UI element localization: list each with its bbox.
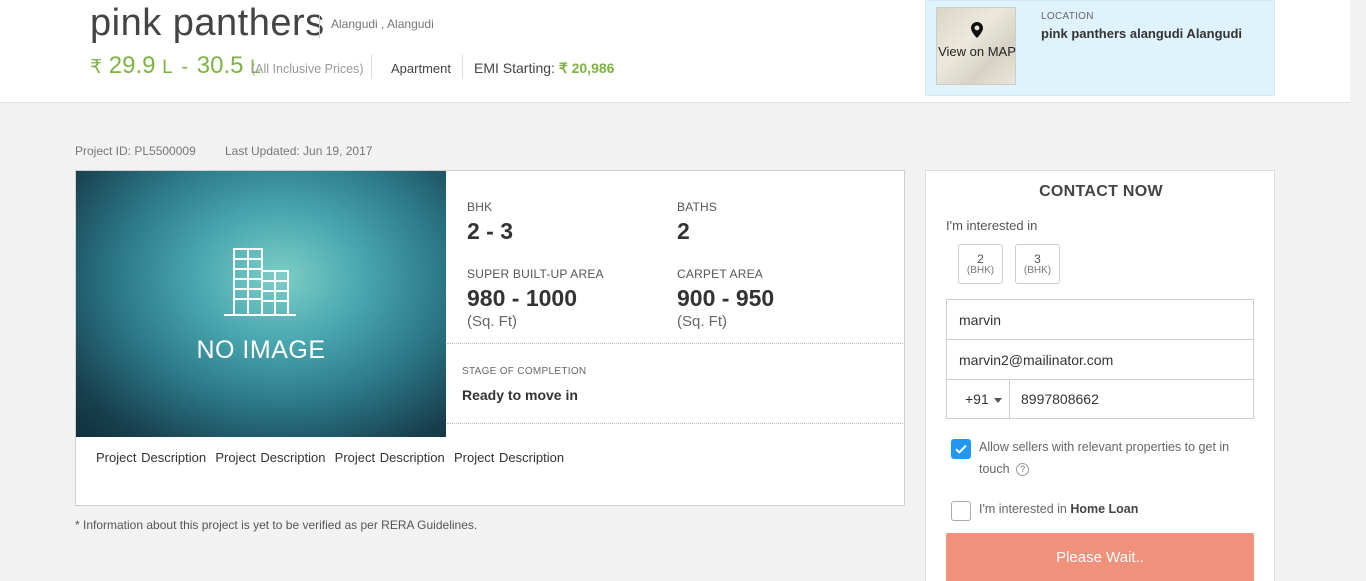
- price-separator: -: [181, 56, 189, 78]
- project-locality: Alangudi , Alangudi: [331, 17, 434, 31]
- bhk-label: BHK: [467, 200, 493, 214]
- home-loan-bold: Home Loan: [1070, 502, 1139, 516]
- project-description: Project Description Project Description …: [96, 450, 565, 465]
- price-note: (All Inclusive Prices): [251, 62, 364, 76]
- name-field[interactable]: [946, 299, 1254, 340]
- carpet-area-unit: (Sq. Ft): [677, 313, 728, 330]
- baths-label: BATHS: [677, 200, 718, 214]
- stage-value: Ready to move in: [462, 387, 578, 403]
- country-code-value: +91: [965, 391, 989, 407]
- help-icon[interactable]: ?: [1016, 463, 1030, 477]
- price-max: 30.5: [196, 52, 244, 79]
- super-area-value: 980 - 1000: [467, 285, 577, 311]
- last-updated: Last Updated: Jun 19, 2017: [225, 144, 373, 158]
- divider: [371, 55, 372, 79]
- project-image-placeholder: NO IMAGE: [76, 171, 446, 437]
- location-box: View on MAP LOCATION pink panthers alang…: [925, 0, 1275, 96]
- super-area-label: SUPER BUILT-UP AREA: [467, 267, 604, 281]
- bhk-option-unit: (BHK): [966, 265, 995, 276]
- divider: [319, 14, 320, 38]
- price-min: 29.9: [108, 52, 156, 79]
- location-text: pink panthers alangudi Alangudi: [1041, 26, 1243, 41]
- building-icon: [224, 248, 296, 316]
- view-on-map-label: View on MAP: [938, 44, 1016, 59]
- interest-label: I'm interested in: [946, 218, 1038, 233]
- baths-value: 2: [677, 218, 690, 244]
- bhk-value: 2 - 3: [467, 218, 514, 244]
- price-unit: L: [162, 57, 173, 78]
- divider: [447, 423, 905, 424]
- bhk-option-2[interactable]: 2 (BHK): [958, 244, 1003, 284]
- bhk-option-unit: (BHK): [1023, 265, 1052, 276]
- chevron-down-icon: [993, 397, 1002, 403]
- country-code-select[interactable]: +91: [947, 380, 1010, 418]
- price-range: ₹ 29.9 L - 30.5 L: [90, 52, 261, 80]
- property-type: Apartment: [391, 61, 451, 76]
- stage-label: STAGE OF COMPLETION: [462, 366, 587, 377]
- bhk-option-3[interactable]: 3 (BHK): [1015, 244, 1060, 284]
- bhk-option-number: 2: [977, 252, 984, 266]
- divider: [462, 55, 463, 79]
- location-caption: LOCATION: [1041, 11, 1094, 22]
- bhk-option-number: 3: [1034, 252, 1041, 266]
- phone-field-group: +91: [946, 379, 1254, 419]
- phone-field[interactable]: [1011, 380, 1253, 418]
- project-id: Project ID: PL5500009: [75, 144, 196, 158]
- checkmark-icon: [955, 444, 967, 454]
- divider: [447, 343, 905, 344]
- rupee-symbol: ₹: [90, 57, 103, 78]
- emi-label: EMI Starting:: [474, 60, 555, 76]
- home-loan-label: I'm interested in Home Loan: [979, 502, 1138, 516]
- home-loan-prefix: I'm interested in: [979, 502, 1071, 516]
- rera-note: * Information about this project is yet …: [75, 518, 478, 532]
- emi-info: EMI Starting: ₹ 20,986: [474, 60, 614, 77]
- contact-title: CONTACT NOW: [1039, 183, 1163, 200]
- allow-sellers-label: Allow sellers with relevant properties t…: [979, 436, 1249, 480]
- map-pin-icon: [971, 22, 983, 38]
- submit-button[interactable]: Please Wait..: [946, 533, 1254, 581]
- carpet-area-label: CARPET AREA: [677, 267, 764, 281]
- view-on-map-button[interactable]: View on MAP: [936, 7, 1016, 85]
- allow-sellers-checkbox[interactable]: [951, 439, 971, 459]
- emi-value: ₹ 20,986: [558, 60, 615, 76]
- home-loan-checkbox[interactable]: [951, 501, 971, 521]
- carpet-area-value: 900 - 950: [677, 285, 775, 311]
- project-title: pink panthers: [90, 2, 325, 44]
- email-field[interactable]: [946, 339, 1254, 380]
- project-details-card: NO IMAGE BHK 2 - 3 BATHS 2 SUPER BUILT-U…: [75, 170, 905, 506]
- contact-panel: CONTACT NOW I'm interested in 2 (BHK) 3 …: [925, 170, 1275, 581]
- super-area-unit: (Sq. Ft): [467, 313, 518, 330]
- no-image-label: NO IMAGE: [196, 336, 326, 364]
